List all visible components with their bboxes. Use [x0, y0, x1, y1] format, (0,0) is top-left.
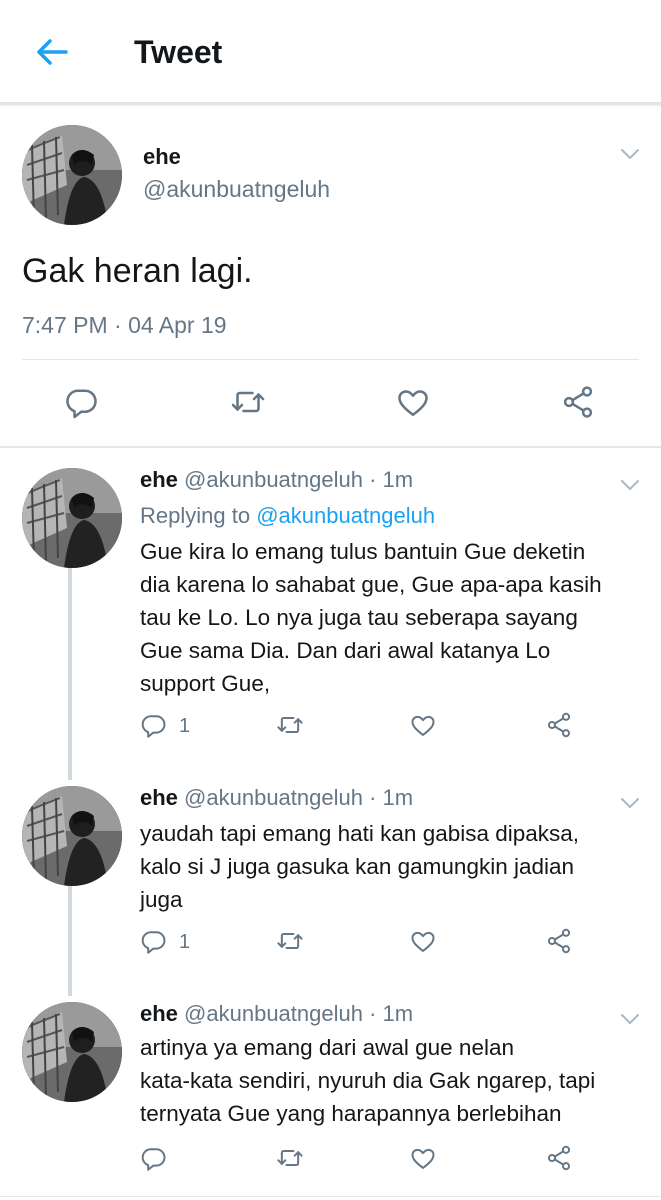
reply-text: artinya ya emang dari awal gue nelan kat…	[140, 1031, 640, 1130]
divider	[0, 1196, 661, 1197]
avatar[interactable]	[22, 125, 122, 225]
replying-label: Replying to	[140, 503, 251, 528]
reply-icon[interactable]	[64, 384, 100, 420]
reply-header: ehe @akunbuatngeluh · 1m	[140, 785, 413, 811]
text-line: Gue sama Dia. Dan dari awal katanya Lo	[140, 638, 551, 663]
retweet-icon[interactable]	[276, 711, 304, 739]
share-icon[interactable]	[545, 1144, 573, 1172]
reply-icon[interactable]	[140, 711, 168, 739]
thread-connector	[68, 568, 72, 780]
avatar[interactable]	[22, 786, 122, 886]
relative-time: · 1m	[369, 467, 414, 492]
share-icon[interactable]	[560, 384, 596, 420]
like-icon[interactable]	[395, 384, 431, 420]
reply-icon[interactable]	[140, 1144, 168, 1172]
text-line: Gue kira lo emang tulus bantuin Gue deke…	[140, 539, 586, 564]
text-line: artinya ya emang dari awal gue nelan	[140, 1035, 514, 1060]
display-name[interactable]: ehe	[140, 467, 178, 492]
reply-count: 1	[179, 715, 191, 737]
chevron-down-icon[interactable]	[618, 145, 642, 163]
chevron-down-icon[interactable]	[618, 1010, 642, 1028]
divider	[0, 446, 661, 448]
divider	[22, 359, 639, 360]
page-title: Tweet	[134, 34, 223, 70]
avatar[interactable]	[22, 468, 122, 568]
display-name[interactable]: ehe	[140, 1001, 178, 1026]
text-line: support Gue,	[140, 671, 271, 696]
text-line: yaudah tapi emang hati kan gabisa dipaks…	[140, 821, 580, 846]
tweet-text: Gak heran lagi.	[22, 252, 253, 290]
chevron-down-icon[interactable]	[618, 794, 642, 812]
reply-count: 1	[179, 931, 191, 953]
replying-to: Replying to @akunbuatngeluh	[140, 503, 435, 529]
user-handle[interactable]: @akunbuatngeluh	[143, 176, 330, 203]
like-icon[interactable]	[409, 927, 437, 955]
user-handle[interactable]: @akunbuatngeluh	[184, 1001, 363, 1026]
reply-text: Gue kira lo emang tulus bantuin Gue deke…	[140, 535, 640, 700]
retweet-icon[interactable]	[276, 1144, 304, 1172]
user-handle[interactable]: @akunbuatngeluh	[184, 785, 363, 810]
top-app-bar	[0, 0, 661, 105]
text-line: dia karena lo sahabat gue, Gue apa-apa k…	[140, 572, 602, 597]
reply-header: ehe @akunbuatngeluh · 1m	[140, 1001, 413, 1027]
avatar[interactable]	[22, 1002, 122, 1102]
chevron-down-icon[interactable]	[618, 476, 642, 494]
text-line: kata-kata sendiri, nyuruh dia Gak ngarep…	[140, 1068, 596, 1093]
relative-time: · 1m	[369, 1001, 414, 1026]
share-icon[interactable]	[545, 927, 573, 955]
tweet-timestamp: 7:47 PM · 04 Apr 19	[22, 312, 227, 338]
reply-header: ehe @akunbuatngeluh · 1m	[140, 467, 413, 493]
user-handle[interactable]: @akunbuatngeluh	[184, 467, 363, 492]
like-icon[interactable]	[409, 1144, 437, 1172]
text-line: kalo si J juga gasuka kan gamungkin jadi…	[140, 854, 575, 879]
text-line: tau ke Lo. Lo nya juga tau seberapa saya…	[140, 605, 578, 630]
text-line: juga	[140, 887, 183, 912]
thread-connector	[68, 886, 72, 996]
retweet-icon[interactable]	[276, 927, 304, 955]
display-name[interactable]: ehe	[140, 785, 178, 810]
display-name[interactable]: ehe	[143, 144, 181, 170]
reply-icon[interactable]	[140, 927, 168, 955]
reply-text: yaudah tapi emang hati kan gabisa dipaks…	[140, 817, 640, 916]
replying-handle-link[interactable]: @akunbuatngeluh	[256, 503, 435, 528]
relative-time: · 1m	[369, 785, 414, 810]
share-icon[interactable]	[545, 711, 573, 739]
back-arrow-icon[interactable]	[30, 32, 74, 72]
text-line: ternyata Gue yang harapannya berlebihan	[140, 1101, 562, 1126]
retweet-icon[interactable]	[230, 384, 266, 420]
like-icon[interactable]	[409, 711, 437, 739]
